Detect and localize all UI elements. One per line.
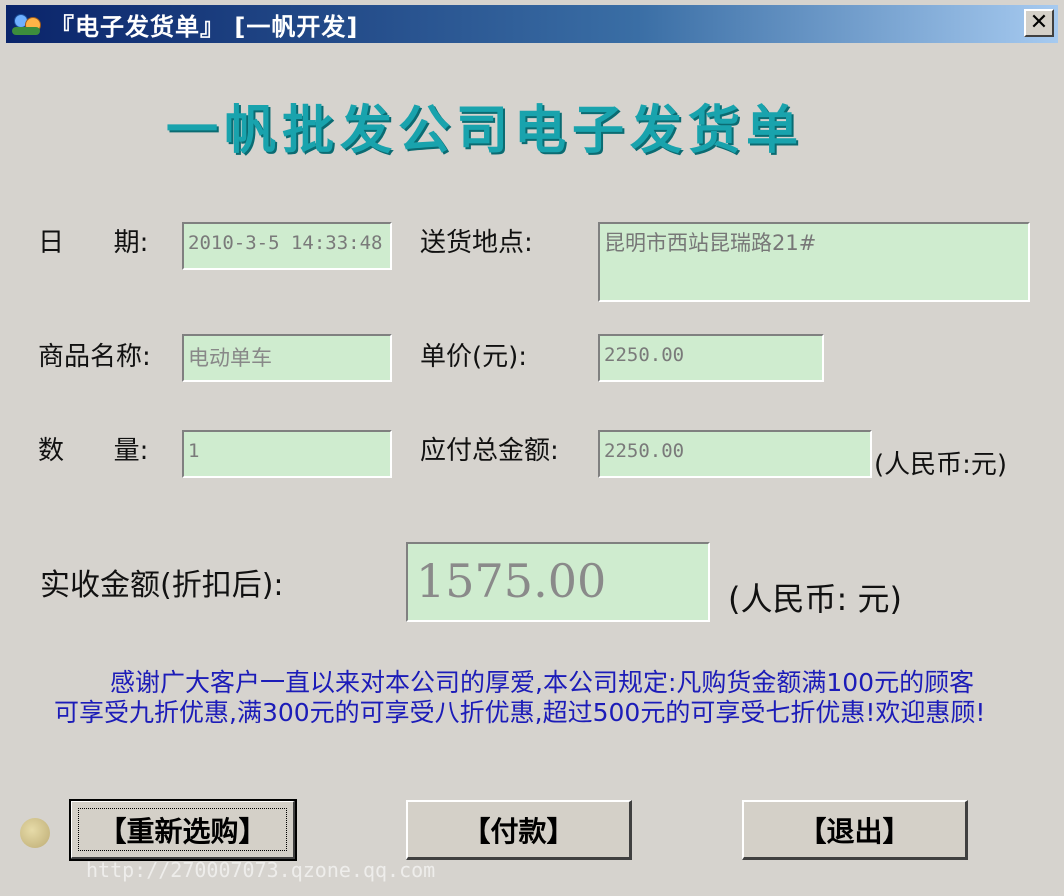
total-label: 应付总金额: — [420, 436, 559, 466]
total-unit-label: (人民币:元) — [874, 450, 1008, 480]
date-field[interactable]: 2010-3-5 14:33:48 — [182, 222, 392, 270]
page-heading: 一帆批发公司电子发货单 — [166, 100, 805, 161]
price-label: 单价(元): — [420, 342, 528, 372]
users-app-icon — [12, 11, 42, 37]
date-label: 日 期: — [38, 228, 149, 258]
close-button[interactable]: ✕ — [1024, 9, 1054, 37]
delivery-window: 『电子发货单』 [一帆开发] ✕ 一帆批发公司电子发货单 日 期: 2010-3… — [0, 0, 1064, 896]
received-unit-label: (人民币: 元) — [728, 580, 902, 618]
received-amount-field[interactable]: 1575.00 — [406, 542, 710, 622]
address-field[interactable]: 昆明市西站昆瑞路21# — [598, 222, 1030, 302]
window-title: 『电子发货单』 [一帆开发] — [50, 12, 359, 41]
watermark-url: http://270007073.qzone.qq.com — [86, 858, 436, 882]
address-label: 送货地点: — [420, 228, 533, 258]
discount-notice: 感谢广大客户一直以来对本公司的厚爱,本公司规定:凡购货金额满100元的顾客可享受… — [54, 668, 986, 727]
received-label: 实收金额(折扣后): — [40, 568, 284, 603]
exit-button[interactable]: 【退出】 — [742, 800, 968, 860]
product-label: 商品名称: — [38, 342, 151, 372]
pay-button[interactable]: 【付款】 — [406, 800, 632, 860]
price-field[interactable]: 2250.00 — [598, 334, 824, 382]
watermark-badge-icon — [20, 818, 50, 848]
close-icon: ✕ — [1029, 10, 1049, 35]
quantity-label: 数 量: — [38, 436, 149, 466]
quantity-field[interactable]: 1 — [182, 430, 392, 478]
product-field[interactable]: 电动单车 — [182, 334, 392, 382]
total-field[interactable]: 2250.00 — [598, 430, 872, 478]
reselect-button[interactable]: 【重新选购】 — [69, 799, 297, 861]
title-bar[interactable]: 『电子发货单』 [一帆开发] ✕ — [6, 5, 1058, 43]
